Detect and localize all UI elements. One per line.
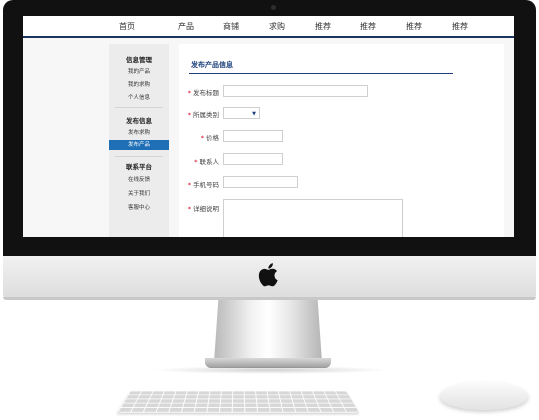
details-label-text: 详细说明 (193, 205, 219, 213)
price-label-text: 价格 (206, 134, 219, 142)
keyboard (117, 390, 359, 413)
nav-item-recommend-4[interactable]: 推荐 (440, 21, 480, 32)
top-navigation: 首页 产品 商铺 求购 推荐 推荐 推荐 推荐 (23, 16, 514, 38)
divider (115, 107, 163, 108)
category-label: * 所属类别 (171, 109, 219, 119)
details-textarea[interactable] (223, 199, 403, 237)
phone-label-text: 手机号码 (193, 181, 219, 189)
nav-item-products[interactable]: 产品 (166, 21, 206, 32)
required-mark: * (194, 158, 198, 166)
triangle-down-icon: ▼ (252, 111, 256, 117)
contact-label: * 联系人 (171, 156, 219, 166)
nav-item-purchase[interactable]: 求购 (257, 21, 297, 32)
sidebar-item-about[interactable]: 关于我们 (109, 189, 169, 197)
details-label: * 详细说明 (171, 203, 219, 213)
sidebar-section-contact: 联系平台 (126, 163, 152, 171)
stand-shadow (150, 366, 390, 374)
sidebar-item-my-products[interactable]: 我的产品 (109, 67, 169, 75)
phone-input[interactable] (223, 176, 298, 188)
monitor-stand-neck (214, 300, 322, 362)
sidebar-item-publish-purchase[interactable]: 发布求购 (109, 128, 169, 136)
phone-label: * 手机号码 (171, 179, 219, 189)
sidebar-item-customer-service[interactable]: 客服中心 (109, 203, 169, 211)
nav-item-shops[interactable]: 商铺 (211, 21, 251, 32)
sidebar-item-personal-info[interactable]: 个人信息 (109, 93, 169, 101)
divider (115, 156, 163, 157)
sidebar: 信息管理 我的产品 我的求购 个人信息 发布信息 发布求购 发布产品 联系平台 … (109, 44, 169, 237)
title-input[interactable] (223, 85, 368, 97)
nav-item-recommend-2[interactable]: 推荐 (348, 21, 388, 32)
required-mark: * (187, 89, 191, 97)
page-title: 发布产品信息 (191, 61, 233, 69)
contact-label-text: 联系人 (199, 158, 220, 166)
camera-icon (271, 5, 276, 10)
apple-logo-icon (258, 263, 278, 287)
title-label: * 发布标题 (171, 87, 219, 97)
screen: 首页 产品 商铺 求购 推荐 推荐 推荐 推荐 信息管理 我的产品 我的求购 个… (23, 16, 514, 237)
price-input[interactable] (223, 130, 283, 142)
contact-input[interactable] (223, 153, 283, 165)
nav-item-home[interactable]: 首页 (107, 21, 147, 32)
sidebar-item-publish-product[interactable]: 发布产品 (109, 140, 169, 150)
sidebar-section-info-management: 信息管理 (126, 56, 152, 64)
required-mark: * (187, 111, 191, 119)
nav-item-recommend-3[interactable]: 推荐 (394, 21, 434, 32)
mouse (440, 382, 528, 410)
sidebar-item-feedback[interactable]: 在线反馈 (109, 175, 169, 183)
main-content: 发布产品信息 * 发布标题 * 所属类别 ▼ * 价格 * 联系人 * 手机号码 * 详细说… (179, 44, 504, 237)
sidebar-section-publish: 发布信息 (126, 117, 152, 125)
price-label: * 价格 (171, 132, 219, 142)
nav-item-recommend-1[interactable]: 推荐 (303, 21, 343, 32)
required-mark: * (187, 181, 191, 189)
title-underline (189, 73, 453, 74)
required-mark: * (200, 134, 204, 142)
required-mark: * (187, 205, 191, 213)
category-label-text: 所属类别 (193, 111, 219, 119)
title-label-text: 发布标题 (193, 89, 219, 97)
sidebar-item-my-purchases[interactable]: 我的求购 (109, 80, 169, 88)
category-select[interactable]: ▼ (223, 107, 260, 119)
